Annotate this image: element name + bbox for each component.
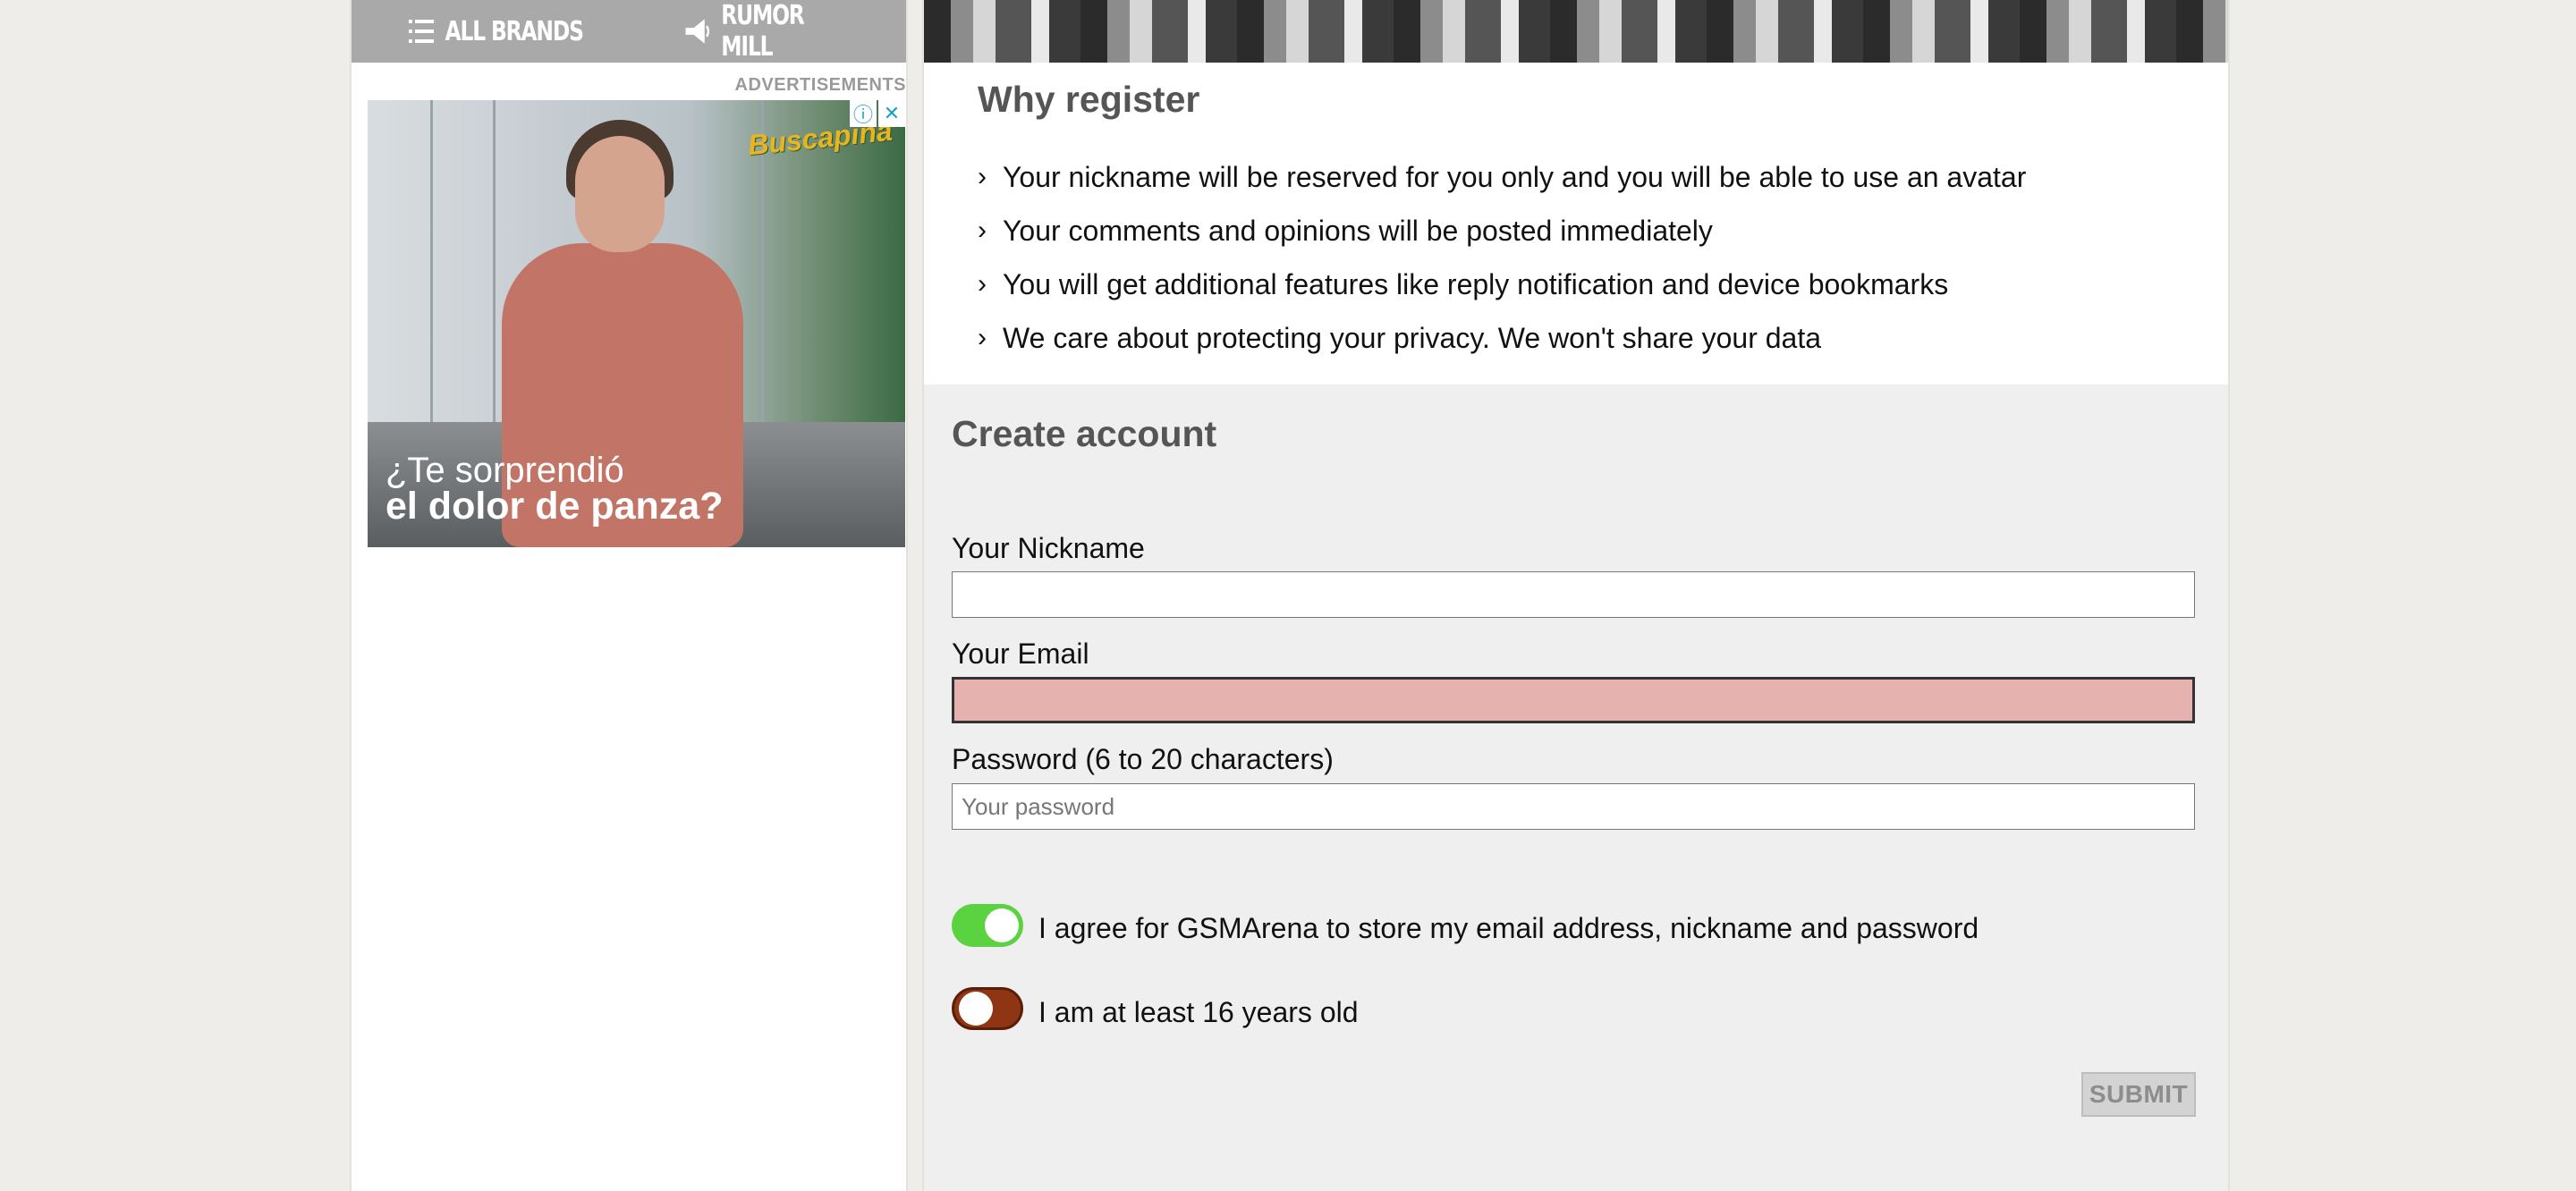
ad-close-icon[interactable]: ✕ xyxy=(878,100,905,127)
list-item: › You will get additional features like r… xyxy=(978,258,2026,311)
main-content: Why register › Your nickname will be rese… xyxy=(922,0,2230,1191)
megaphone-icon xyxy=(685,19,710,44)
top-nav: ALL BRANDS RUMOR MILL xyxy=(352,0,906,63)
toggle-knob xyxy=(985,908,1019,942)
ad-controls: ⓘ ✕ xyxy=(850,100,905,127)
all-brands-label: ALL BRANDS xyxy=(445,15,584,47)
toggle-knob xyxy=(959,992,993,1026)
submit-button[interactable]: SUBMIT xyxy=(2081,1072,2196,1117)
agree-label: I agree for GSMArena to store my email a… xyxy=(1038,912,1979,944)
benefit-text: You will get additional features like re… xyxy=(1003,267,1949,300)
email-input[interactable] xyxy=(952,677,2195,723)
ads-label: ADVERTISEMENTS xyxy=(734,75,906,95)
chevron-right-icon: › xyxy=(978,323,987,352)
benefit-text: We care about protecting your privacy. W… xyxy=(1003,321,1822,354)
hero-image xyxy=(924,0,2228,63)
password-label: Password (6 to 20 characters) xyxy=(952,743,1334,775)
ad-headline-2: el dolor de panza? xyxy=(386,485,724,528)
nickname-label: Your Nickname xyxy=(952,532,1145,564)
age-toggle[interactable] xyxy=(952,987,1023,1030)
ad-window-frame xyxy=(430,100,433,440)
all-brands-link[interactable]: ALL BRANDS xyxy=(409,0,584,63)
list-item: › Your nickname will be reserved for you … xyxy=(978,150,2026,204)
ad-banner[interactable]: Buscapina ¿Te sorprendió el dolor de pan… xyxy=(368,100,905,547)
left-sidebar: ALL BRANDS RUMOR MILL ADVERTISEMENTS Bus… xyxy=(350,0,908,1191)
rumor-mill-link[interactable]: RUMOR MILL xyxy=(684,0,857,63)
ad-person-head xyxy=(575,136,665,252)
ad-window-frame xyxy=(493,100,496,440)
ad-info-icon[interactable]: ⓘ xyxy=(850,100,877,127)
benefit-text: Your nickname will be reserved for you o… xyxy=(1003,160,2027,193)
benefit-text: Your comments and opinions will be poste… xyxy=(1003,214,1713,247)
why-register-title: Why register xyxy=(978,79,1200,120)
age-label: I am at least 16 years old xyxy=(1038,996,1359,1028)
chevron-right-icon: › xyxy=(978,215,987,245)
email-label: Your Email xyxy=(952,638,1089,670)
chevron-right-icon: › xyxy=(978,269,987,299)
create-account-form: Create account Your Nickname Your Email … xyxy=(924,384,2228,1191)
password-input[interactable] xyxy=(952,783,2195,830)
chevron-right-icon: › xyxy=(978,162,987,191)
create-account-title: Create account xyxy=(952,413,1217,454)
list-item: › We care about protecting your privacy. … xyxy=(978,311,2026,365)
rumor-mill-label: RUMOR MILL xyxy=(721,0,805,63)
list-icon xyxy=(409,20,435,43)
nickname-input[interactable] xyxy=(952,571,2195,618)
benefits-list: › Your nickname will be reserved for you … xyxy=(978,150,2026,365)
list-item: › Your comments and opinions will be post… xyxy=(978,204,2026,258)
agree-toggle[interactable] xyxy=(952,904,1023,947)
